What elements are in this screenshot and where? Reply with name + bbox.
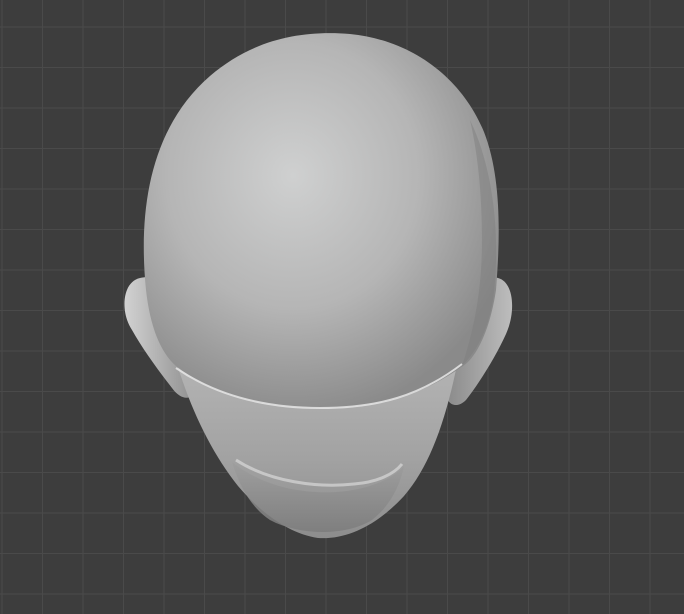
viewport-canvas[interactable]: [0, 0, 684, 614]
3d-viewport[interactable]: [0, 0, 684, 614]
skull-cap: [143, 33, 499, 408]
